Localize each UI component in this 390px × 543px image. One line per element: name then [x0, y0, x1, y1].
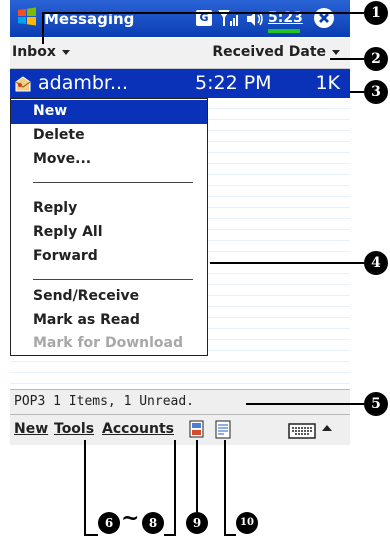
menu-item-label: Delete [33, 127, 85, 143]
windows-start-icon[interactable] [16, 6, 38, 28]
callout-8: 8 [142, 512, 164, 534]
callout-2: 2 [364, 47, 388, 71]
menu-item-mark-read[interactable]: Mark as Read [11, 309, 207, 333]
sort-dropdown-label: Received Date [212, 44, 326, 60]
accounts-menu-button[interactable]: Accounts [102, 421, 174, 437]
callout-line-3 [350, 91, 364, 93]
callout-line-2 [330, 58, 364, 60]
callout-6: 6 [98, 512, 120, 534]
status-bar: POP3 1 Items, 1 Unread. [10, 389, 350, 415]
callout-line-6 [84, 440, 86, 536]
pocket-pc-screen: Messaging G 5:23 Inbox Received Date ada… [10, 0, 350, 455]
new-menu-button[interactable]: New [14, 421, 48, 437]
chevron-down-icon [61, 49, 70, 55]
message-row[interactable]: adambr... 5:22 PM 1K [10, 69, 350, 98]
menu-item-mark-download: Mark for Download [11, 332, 207, 356]
callout-line-5 [246, 403, 364, 405]
callout-line-6 [84, 534, 98, 536]
menu-item-move[interactable]: Move... [11, 148, 207, 172]
list-header: Inbox Received Date [10, 38, 350, 69]
tools-menu-button[interactable]: Tools [54, 421, 94, 437]
menu-item-label: Move... [33, 151, 92, 167]
callout-4: 4 [364, 251, 388, 275]
reply-icon[interactable] [214, 419, 234, 441]
menu-divider [33, 182, 193, 183]
keyboard-icon[interactable] [288, 423, 316, 439]
menu-item-label: Reply All [33, 224, 103, 240]
callout-line-4 [210, 262, 364, 264]
callout-5: 5 [364, 392, 388, 416]
callout-line-9 [196, 440, 198, 512]
callout-1: 1 [364, 1, 388, 25]
menu-item-label: Mark as Read [33, 312, 140, 328]
input-panel-arrow-icon[interactable] [322, 425, 332, 431]
message-sender: adambr... [38, 72, 129, 94]
title-bar: Messaging G 5:23 [10, 0, 350, 37]
menu-item-forward[interactable]: Forward [11, 245, 207, 269]
status-text: POP3 1 Items, 1 Unread. [14, 394, 195, 409]
context-menu: New Delete Move... Reply Reply All Forwa… [10, 98, 208, 356]
menu-item-label: Mark for Download [33, 335, 183, 351]
callout-range-tilde: ~ [121, 505, 140, 531]
menu-item-label: Forward [33, 248, 98, 264]
callout-line-1 [42, 12, 364, 14]
callout-9: 9 [186, 512, 208, 534]
callout-line-10 [224, 534, 236, 536]
callout-line-8 [174, 440, 176, 536]
message-size: 1K [315, 72, 340, 94]
menu-item-label: Send/Receive [33, 288, 140, 304]
folder-dropdown-label: Inbox [12, 44, 56, 60]
menu-item-reply[interactable]: Reply [11, 197, 207, 221]
sort-dropdown[interactable]: Received Date [212, 44, 340, 60]
callout-line-10 [224, 440, 226, 536]
callout-line-8 [164, 534, 176, 536]
menu-item-delete[interactable]: Delete [11, 124, 207, 148]
folder-tree-icon[interactable] [187, 419, 207, 441]
close-icon[interactable] [313, 7, 335, 29]
menu-item-label: Reply [33, 200, 78, 216]
unread-mail-icon [15, 76, 31, 92]
menu-item-reply-all[interactable]: Reply All [11, 221, 207, 245]
menu-item-new[interactable]: New [11, 100, 207, 124]
menu-item-label: New [33, 103, 68, 119]
chevron-down-icon [332, 49, 340, 55]
callout-10: 10 [236, 512, 258, 534]
folder-dropdown[interactable]: Inbox [12, 44, 70, 60]
callout-line-1 [42, 12, 44, 44]
bottom-toolbar: New Tools Accounts [10, 415, 350, 445]
message-time: 5:22 PM [195, 72, 272, 94]
battery-indicator [268, 29, 300, 33]
callout-3: 3 [364, 80, 388, 104]
menu-divider [33, 279, 193, 280]
menu-item-send-receive[interactable]: Send/Receive [11, 285, 207, 309]
